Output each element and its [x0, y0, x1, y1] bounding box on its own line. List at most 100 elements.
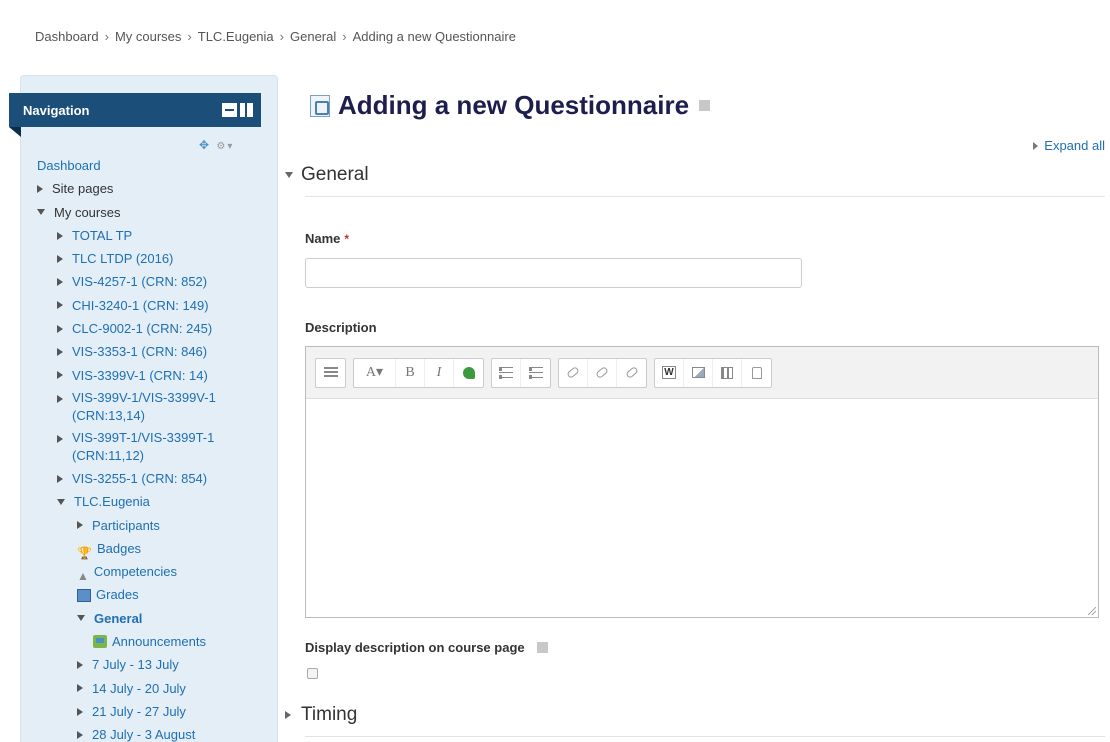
unordered-list-icon[interactable] [492, 358, 521, 387]
nav-item-label[interactable]: VIS-4257-1 (CRN: 852) [72, 270, 207, 293]
expand-arrow-icon[interactable] [57, 348, 63, 357]
expand-arrow-icon[interactable] [57, 371, 63, 380]
nav-item-label[interactable]: VIS-399V-1/VIS-3399V-1 (CRN:13,14) [72, 389, 242, 425]
nav-item-announcements[interactable]: Announcements [37, 630, 242, 653]
nav-item-label[interactable]: Competencies [94, 560, 177, 583]
gear-icon[interactable]: ⚙▾ [216, 141, 234, 152]
expand-arrow-icon[interactable] [77, 660, 83, 669]
expand-arrow-icon[interactable] [285, 711, 291, 719]
bold-button[interactable]: B [396, 358, 425, 387]
expand-arrow-icon[interactable] [57, 324, 63, 333]
nav-item-label[interactable]: General [94, 607, 142, 630]
expand-arrow-icon[interactable] [57, 254, 63, 263]
nav-item-label[interactable]: TLC LTDP (2016) [72, 247, 173, 270]
recorder-icon[interactable] [454, 359, 483, 387]
italic-button[interactable]: I [425, 358, 454, 387]
nav-course-item[interactable]: VIS-399T-1/VIS-3399T-1 (CRN:11,12) [37, 427, 242, 467]
expand-all-link[interactable]: Expand all [1033, 138, 1105, 153]
collapse-arrow-icon[interactable] [77, 615, 85, 622]
move-icon[interactable]: ✥ [199, 138, 211, 152]
breadcrumb-course[interactable]: TLC.Eugenia [198, 29, 274, 44]
auto-link-icon[interactable] [617, 359, 646, 387]
nav-course-item[interactable]: VIS-3353-1 (CRN: 846) [37, 340, 242, 363]
nav-item-label[interactable]: My courses [54, 201, 120, 224]
nav-course-item[interactable]: VIS-3399V-1 (CRN: 14) [37, 364, 242, 387]
nav-week-item[interactable]: 7 July - 13 July [37, 653, 242, 676]
breadcrumb-dashboard[interactable]: Dashboard [35, 29, 99, 44]
description-editor[interactable]: A ▾ B I W [305, 346, 1099, 618]
help-icon[interactable] [699, 100, 711, 111]
nav-course-item[interactable]: CHI-3240-1 (CRN: 149) [37, 294, 242, 317]
expand-arrow-icon[interactable] [57, 231, 63, 240]
unlink-icon[interactable] [588, 358, 617, 387]
nav-item-participants[interactable]: Participants [37, 514, 242, 537]
nav-course-current[interactable]: TLC.Eugenia [37, 490, 242, 513]
expand-arrow-icon[interactable] [57, 394, 63, 403]
expand-arrow-icon[interactable] [77, 684, 83, 693]
nav-item-grades[interactable]: Grades [37, 583, 242, 606]
paste-word-icon[interactable]: W [655, 358, 684, 387]
expand-arrow-icon[interactable] [57, 278, 63, 287]
nav-item-label[interactable]: 21 July - 27 July [92, 700, 186, 723]
nav-item-label[interactable]: VIS-399T-1/VIS-3399T-1 (CRN:11,12) [72, 429, 242, 465]
nav-item-my-courses[interactable]: My courses [37, 201, 242, 224]
expand-arrow-icon[interactable] [57, 301, 63, 310]
nav-week-item[interactable]: 14 July - 20 July [37, 677, 242, 700]
block-actions[interactable]: ✥ ⚙▾ [199, 138, 234, 152]
section-general-header[interactable]: General [285, 164, 369, 186]
nav-item-general[interactable]: General [37, 607, 242, 630]
nav-item-label[interactable]: Dashboard [37, 154, 101, 177]
ordered-list-icon[interactable] [521, 359, 550, 387]
section-timing-header[interactable]: Timing [285, 704, 357, 726]
media-icon[interactable] [713, 358, 742, 387]
nav-week-item[interactable]: 21 July - 27 July [37, 700, 242, 723]
nav-course-item[interactable]: VIS-399V-1/VIS-3399V-1 (CRN:13,14) [37, 387, 242, 427]
collapse-arrow-icon[interactable] [285, 172, 293, 178]
minimize-icon[interactable] [222, 103, 237, 117]
expand-arrow-icon[interactable] [77, 707, 83, 716]
manage-files-icon[interactable] [742, 359, 771, 387]
nav-course-item[interactable]: VIS-4257-1 (CRN: 852) [37, 270, 242, 293]
nav-course-item[interactable]: TLC LTDP (2016) [37, 247, 242, 270]
nav-item-label[interactable]: 14 July - 20 July [92, 677, 186, 700]
nav-item-label[interactable]: VIS-3399V-1 (CRN: 14) [72, 364, 208, 387]
expand-all-label[interactable]: Expand all [1044, 138, 1105, 153]
nav-item-dashboard[interactable]: Dashboard [37, 154, 242, 177]
nav-item-label[interactable]: CLC-9002-1 (CRN: 245) [72, 317, 212, 340]
resize-handle-icon[interactable] [1088, 607, 1096, 615]
nav-item-label[interactable]: Site pages [52, 177, 113, 200]
nav-item-label[interactable]: VIS-3353-1 (CRN: 846) [72, 340, 207, 363]
nav-course-item[interactable]: CLC-9002-1 (CRN: 245) [37, 317, 242, 340]
breadcrumb-my-courses[interactable]: My courses [115, 29, 181, 44]
expand-arrow-icon[interactable] [77, 730, 83, 739]
nav-course-item[interactable]: TOTAL TP [37, 224, 242, 247]
nav-item-label[interactable]: 7 July - 13 July [92, 653, 179, 676]
help-icon[interactable] [536, 642, 548, 653]
nav-course-item[interactable]: VIS-3255-1 (CRN: 854) [37, 467, 242, 490]
nav-week-item[interactable]: 28 July - 3 August [37, 723, 242, 742]
expand-arrow-icon[interactable] [57, 434, 63, 443]
nav-item-competencies[interactable]: ▲ Competencies [37, 560, 242, 583]
section-title[interactable]: Timing [301, 704, 357, 726]
link-icon[interactable] [559, 358, 588, 387]
expand-arrow-icon[interactable] [77, 521, 83, 530]
breadcrumb-section[interactable]: General [290, 29, 336, 44]
name-input[interactable] [305, 258, 802, 288]
toolbar-toggle-icon[interactable] [316, 359, 345, 387]
expand-arrow-icon[interactable] [37, 184, 43, 193]
expand-arrow-icon[interactable] [57, 474, 63, 483]
nav-item-label[interactable]: TOTAL TP [72, 224, 132, 247]
image-icon[interactable] [684, 358, 713, 387]
collapse-arrow-icon[interactable] [57, 498, 65, 505]
nav-item-badges[interactable]: 🏆 Badges [37, 537, 242, 560]
collapse-arrow-icon[interactable] [37, 209, 45, 216]
nav-item-label[interactable]: TLC.Eugenia [74, 490, 150, 513]
nav-item-label[interactable]: Announcements [112, 630, 206, 653]
display-description-checkbox[interactable] [307, 668, 318, 679]
nav-item-label[interactable]: Participants [92, 514, 160, 537]
nav-item-label[interactable]: Grades [96, 583, 139, 606]
dock-icon[interactable] [240, 103, 253, 117]
nav-item-label[interactable]: CHI-3240-1 (CRN: 149) [72, 294, 209, 317]
font-style-icon[interactable]: A ▾ [354, 358, 396, 387]
nav-item-label[interactable]: 28 July - 3 August [92, 723, 195, 742]
